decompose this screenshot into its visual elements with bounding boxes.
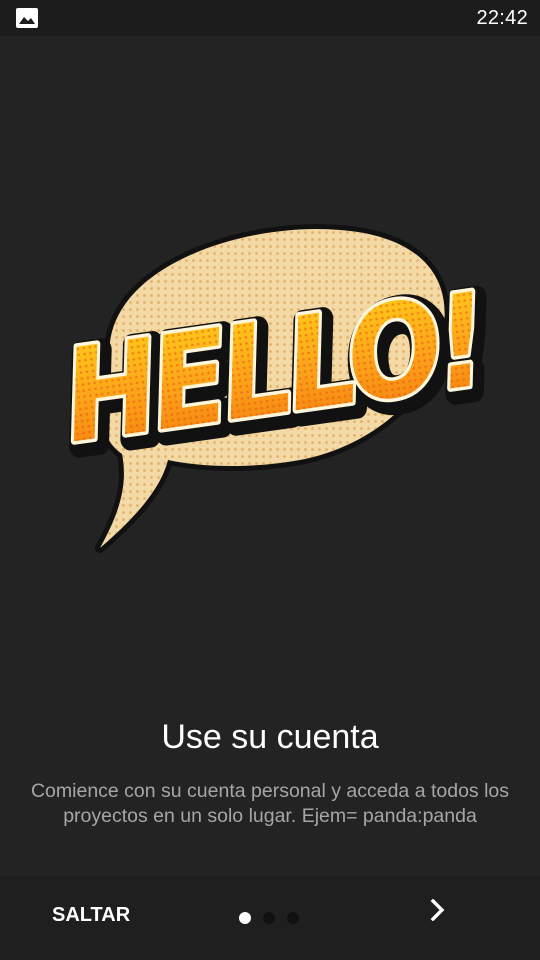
- page-dot-3[interactable]: [287, 912, 299, 924]
- svg-text:HELLO!: HELLO!: [55, 266, 492, 472]
- gallery-image-icon: [16, 8, 38, 28]
- skip-button[interactable]: SALTAR: [36, 896, 146, 935]
- onboarding-bottom-bar: SALTAR: [0, 876, 540, 960]
- status-bar: 22:42: [0, 0, 540, 36]
- status-time: 22:42: [476, 7, 528, 29]
- chevron-right-icon: [430, 899, 445, 921]
- next-button[interactable]: [416, 888, 460, 932]
- hello-speech-bubble-illustration: HELLO! HELLO! HELLO! HELLO!: [50, 224, 508, 553]
- slide-description: Comience con su cuenta personal y acceda…: [30, 780, 510, 827]
- page-dot-2[interactable]: [263, 912, 275, 924]
- hello-lettering: HELLO! HELLO! HELLO! HELLO!: [50, 261, 508, 489]
- page-dot-1[interactable]: [239, 912, 251, 924]
- slide-title: Use su cuenta: [161, 718, 379, 756]
- page-indicator: [239, 912, 299, 924]
- onboarding-screen: 22:42 HELLO! HELLO! HELLO! HELLO! Use su…: [0, 0, 540, 960]
